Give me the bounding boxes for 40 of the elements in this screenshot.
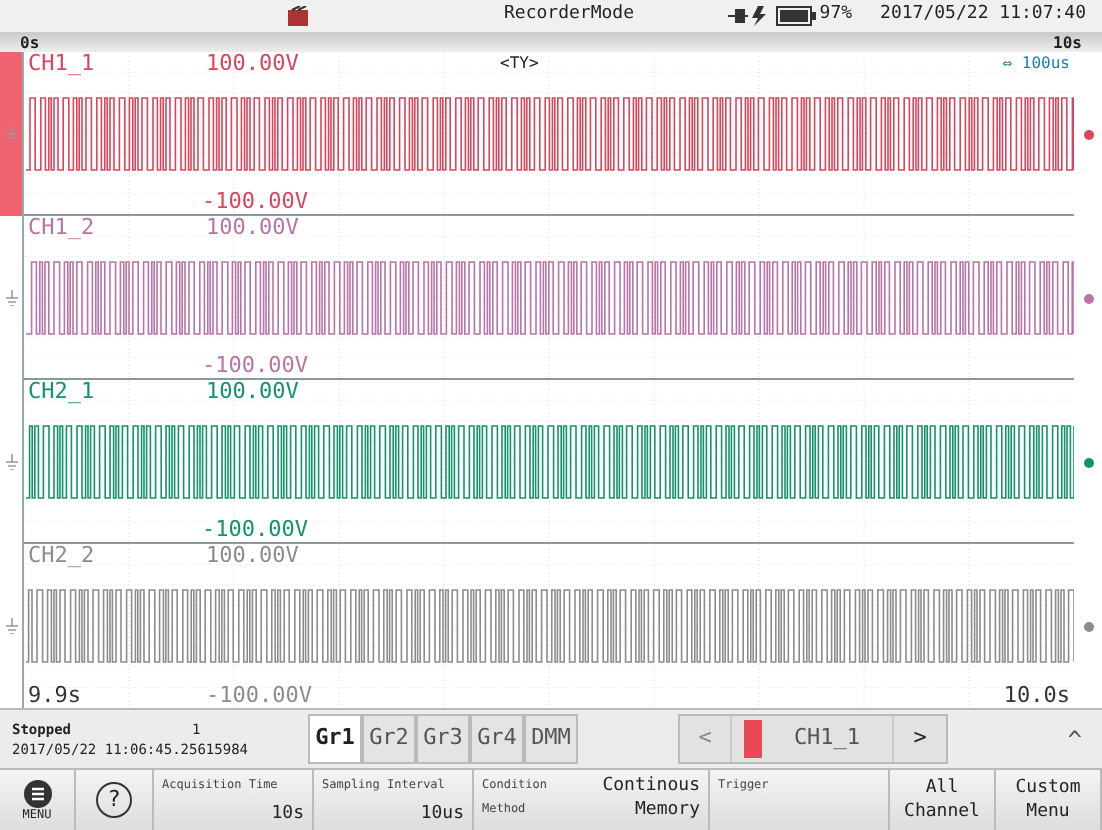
channel-name: CH1_2 <box>28 216 97 240</box>
ground-icon <box>5 290 17 306</box>
scale-top: 100.00V <box>206 380 299 404</box>
group-tab[interactable]: Gr1 <box>308 714 362 764</box>
range-end: 10.0s <box>1003 684 1070 708</box>
group-tab[interactable]: Gr2 <box>362 714 416 764</box>
ground-icon <box>5 126 17 142</box>
ground-icon <box>5 454 17 470</box>
scale-top: 100.00V <box>206 52 299 76</box>
scale-bottom: -100.00V <box>202 354 308 378</box>
time-div-label: ⇔ 100us <box>1002 54 1070 74</box>
menu-icon <box>23 779 51 807</box>
softkey-button[interactable]: Custom Menu <box>996 770 1102 830</box>
next-channel-button[interactable]: > <box>892 716 946 762</box>
scale-bottom: -100.00V <box>202 190 308 214</box>
range-start: 9.9s <box>28 684 83 708</box>
time-start: 0s <box>20 35 40 51</box>
help-button[interactable]: ? <box>76 770 154 830</box>
softkey-button[interactable]: All Channel <box>890 770 996 830</box>
battery-level: 97% <box>819 2 853 29</box>
scale-bottom: -100.00V <box>206 684 312 708</box>
scale-top: 100.00V <box>206 544 299 568</box>
group-tab[interactable]: DMM <box>524 714 578 764</box>
group-tab[interactable]: Gr4 <box>470 714 524 764</box>
power-icon <box>727 6 768 26</box>
group-tab[interactable]: Gr3 <box>416 714 470 764</box>
time-end: 10s <box>1053 35 1082 51</box>
mode-title: RecorderMode <box>504 2 635 29</box>
channel-name: CH1_1 <box>28 52 97 76</box>
collapse-button[interactable]: ^ <box>1067 721 1082 757</box>
recorder-icon <box>288 6 308 26</box>
trigger-label: <TY> <box>500 54 539 74</box>
ground-icon <box>5 618 17 634</box>
scale-top: 100.00V <box>206 216 299 240</box>
channel-name: CH2_2 <box>28 544 97 568</box>
current-channel: CH1_1 <box>791 722 863 755</box>
date-time: 2017/05/22 11:07:40 <box>880 2 1086 29</box>
battery-icon <box>775 6 816 26</box>
scale-bottom: -100.00V <box>202 518 308 542</box>
channel-name: CH2_1 <box>28 380 97 404</box>
